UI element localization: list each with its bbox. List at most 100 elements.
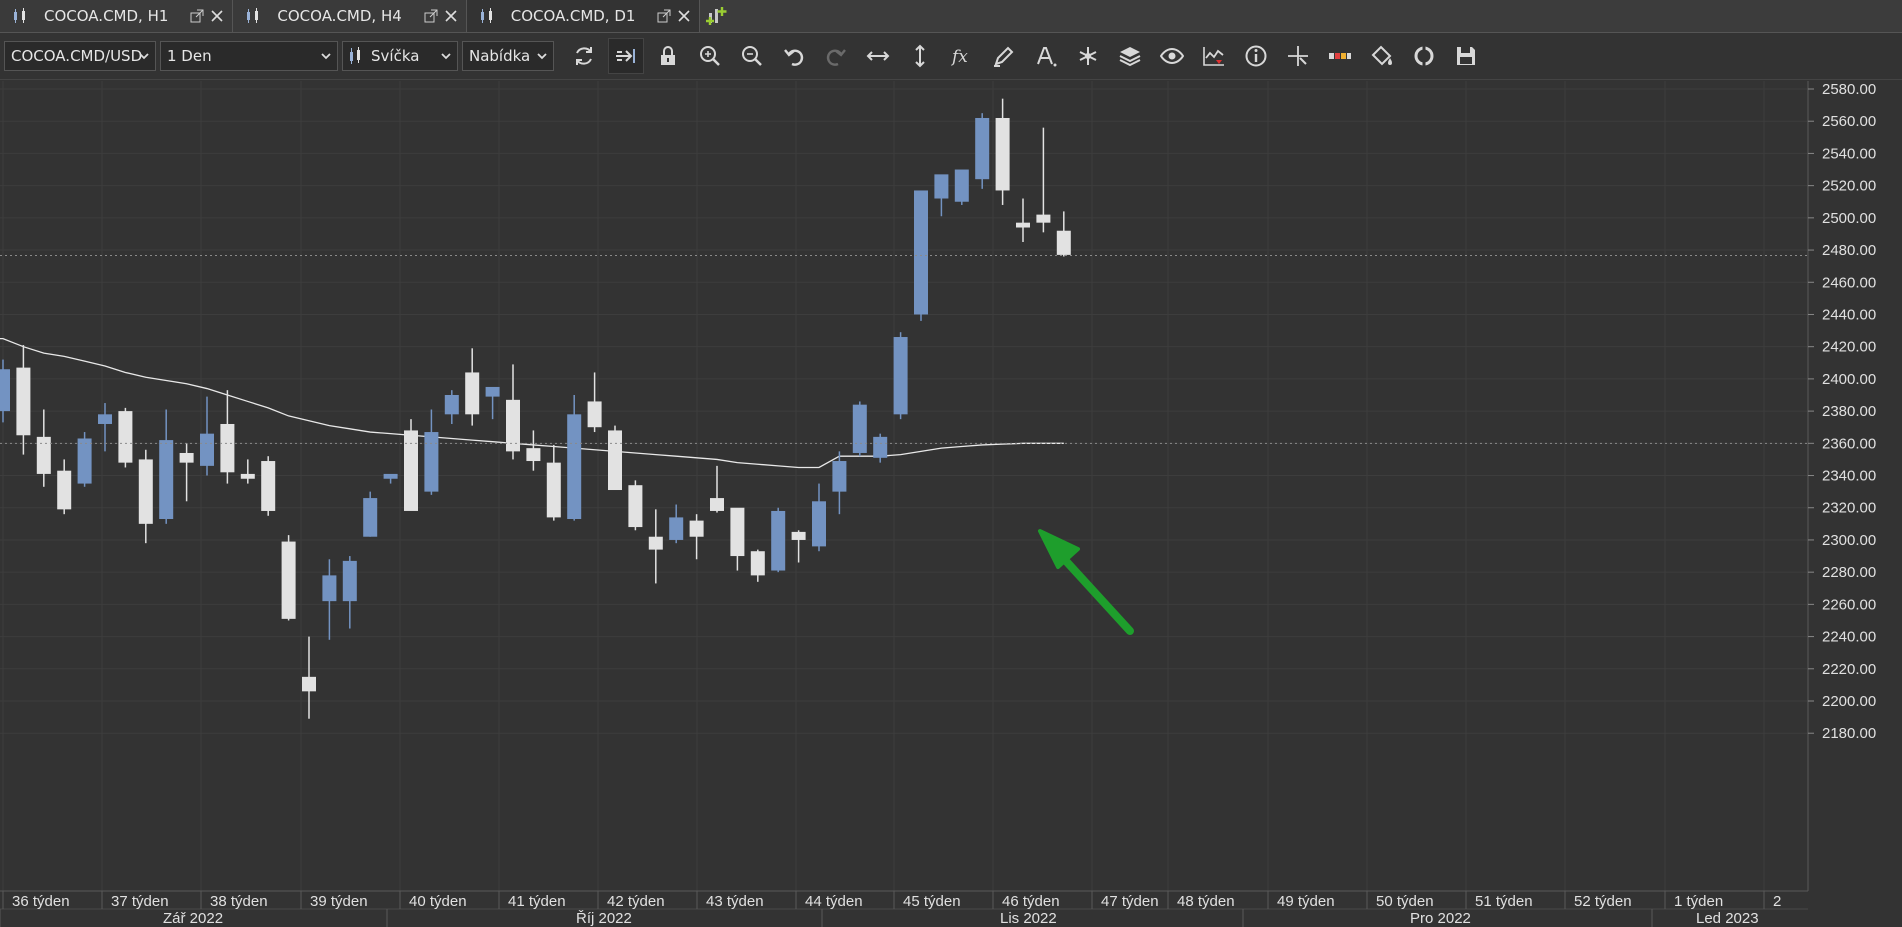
month-label: Lis 2022 [1000,910,1057,927]
week-label: 36 týden [12,893,70,910]
indicators-button[interactable]: fx [944,38,980,74]
period-select[interactable]: 1 Den [160,41,338,71]
price-side-value: Nabídka [469,47,531,65]
refresh-button[interactable] [566,38,602,74]
candle-body [261,461,276,511]
draw-button[interactable] [986,38,1022,74]
candle-body [465,372,480,415]
candle-body [36,436,51,474]
undo-button[interactable] [776,38,812,74]
visibility-button[interactable] [1154,38,1190,74]
week-label: 39 týden [310,893,368,910]
layers-button[interactable] [1112,38,1148,74]
price-tick-label: 2200.00 [1822,693,1876,710]
candlestick-icon [14,8,25,23]
save-icon [1457,47,1475,65]
layers-icon [1119,47,1141,67]
price-tick-label: 2580.00 [1822,81,1876,98]
sync-button[interactable] [1406,38,1442,74]
lock-button[interactable] [650,38,686,74]
week-label: 37 týden [111,893,169,910]
lock-icon [661,46,675,65]
horizontal-scale-button[interactable] [860,38,896,74]
candlestick-icon [480,8,492,23]
candle-body [77,438,92,484]
save-button[interactable] [1448,38,1484,74]
chart-type-select[interactable]: Svíčka [342,41,458,71]
instrument-value: COCOA.CMD/USD [11,47,143,65]
price-tick-label: 2300.00 [1822,532,1876,549]
candlestick-icon [247,8,259,23]
month-label: Pro 2022 [1410,910,1471,927]
tab-cocoa-h1[interactable]: COCOA.CMD, H1 [0,0,234,32]
week-label: 50 týden [1376,893,1434,910]
candle-body [0,369,10,412]
info-icon [1245,45,1267,67]
zoom-in-button[interactable] [692,38,728,74]
price-axis[interactable]: 2180.00 2200.00 2220.00 2240.00 2260.00 2280.… [1807,81,1902,891]
price-tick-label: 2260.00 [1822,596,1876,613]
popout-icon[interactable] [657,9,671,23]
week-label: 1 týden [1674,893,1723,910]
redo-icon [826,49,846,66]
candle-body [750,551,765,576]
price-tick-label: 2280.00 [1822,564,1876,581]
zoom-out-icon [742,46,762,66]
close-icon[interactable] [210,9,224,23]
candle-body [914,190,928,315]
candle-body [771,510,786,571]
price-tick-label: 2480.00 [1822,242,1876,259]
add-chart-button[interactable] [700,0,734,32]
undo-icon [784,49,804,66]
candle-body [669,517,684,540]
crosshair-button[interactable] [1280,38,1316,74]
tab-cocoa-h4[interactable]: COCOA.CMD, H4 [233,0,467,32]
close-icon[interactable] [444,9,458,23]
candle-body [404,430,418,511]
candle-body [526,448,541,462]
candle-body [1016,222,1030,228]
shift-chart-button[interactable] [608,38,644,74]
price-axis-bg [1808,81,1902,891]
candle-body [954,169,969,202]
text-button[interactable] [1028,38,1064,74]
tab-title: COCOA.CMD, H4 [277,7,402,25]
crosshair-icon [1288,46,1308,66]
week-label: 38 týden [210,893,268,910]
info-button[interactable] [1238,38,1274,74]
week-label: 44 týden [805,893,863,910]
text-icon [1037,47,1057,67]
redo-button[interactable] [818,38,854,74]
candle-body [200,433,214,466]
tab-cocoa-d1[interactable]: COCOA.CMD, D1 [466,0,701,32]
zoom-in-icon [700,46,720,66]
popout-icon[interactable] [424,9,438,23]
candle-body [485,386,500,397]
price-chart[interactable]: 2476.6562359.979 2180.002200.002220.0022… [0,81,1902,927]
candle-body [546,462,561,518]
popout-icon[interactable] [190,9,204,23]
time-axis[interactable]: 36 týden 37 týden 38 týden 39 týden 40 týden… [0,890,1808,927]
week-label: 42 týden [607,893,665,910]
month-label: Říj 2022 [576,910,632,927]
zoom-out-button[interactable] [734,38,770,74]
candle-body [608,430,622,491]
price-side-select[interactable]: Nabídka [462,41,554,71]
price-tick-label: 2220.00 [1822,661,1876,678]
price-tick-label: 2360.00 [1822,435,1876,452]
candle-body [302,676,316,692]
pattern-button[interactable] [1070,38,1106,74]
price-tick-label: 2400.00 [1822,371,1876,388]
candle-body [975,117,990,180]
instrument-select[interactable]: COCOA.CMD/USD [4,41,156,71]
week-label: 51 týden [1475,893,1533,910]
alert-button[interactable] [1196,38,1232,74]
chart-type-value: Svíčka [371,47,420,65]
vertical-scale-button[interactable] [902,38,938,74]
candle-body [240,473,255,479]
color-scheme-button[interactable] [1322,38,1358,74]
paint-button[interactable] [1364,38,1400,74]
week-label: 2 [1773,893,1781,910]
close-icon[interactable] [677,9,691,23]
pattern-icon [1079,47,1097,65]
